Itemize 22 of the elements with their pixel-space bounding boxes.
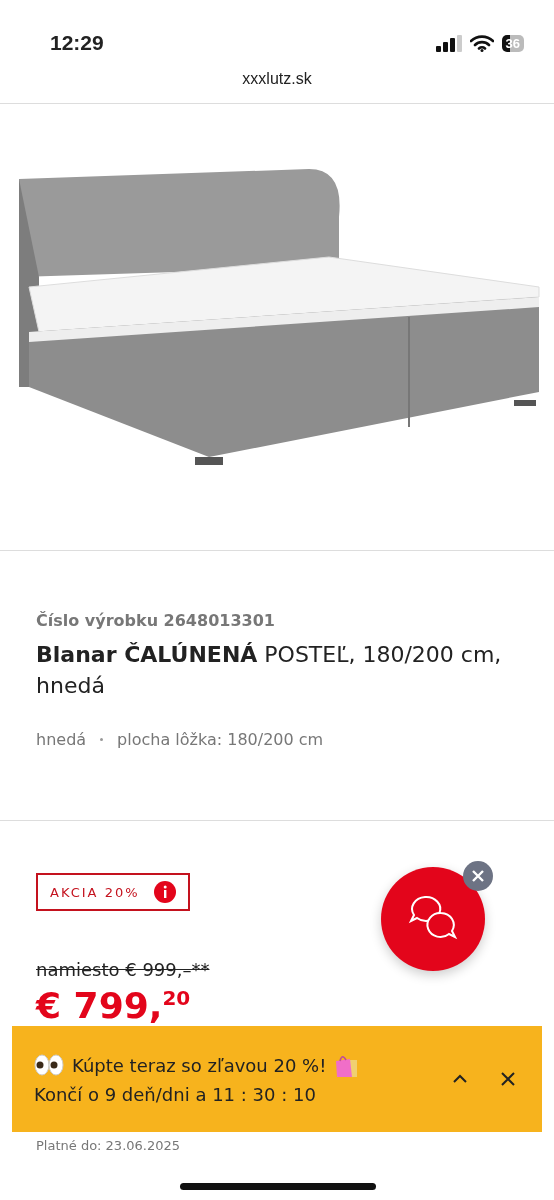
- old-price: namiesto € 999,–**: [36, 959, 211, 980]
- current-price: € 799,$^{20}$: [36, 986, 192, 1026]
- chevron-up-icon: [453, 1074, 467, 1084]
- separator-dot: [100, 737, 104, 741]
- eyes-icon: [34, 1054, 64, 1077]
- discount-label: AKCIA 20%: [50, 884, 140, 900]
- close-icon: [472, 870, 484, 882]
- wifi-icon: [469, 34, 494, 52]
- promo-text: Kúpte teraz so zľavou 20 %!: [72, 1054, 327, 1076]
- countdown-text: Končí o 9 deň/dni a 11 : 30 : 10: [34, 1084, 317, 1106]
- close-icon: [501, 1071, 515, 1086]
- close-chat-button[interactable]: [463, 861, 493, 891]
- product-title: Blanar ČALÚNENÁ POSTEĽ, 180/200 cm, hnedá: [36, 641, 503, 700]
- info-icon[interactable]: [153, 881, 176, 903]
- valid-until: Platné do: 23.06.2025: [36, 1137, 182, 1153]
- product-attribute: hnedá: [36, 729, 87, 749]
- chat-button[interactable]: [381, 867, 485, 971]
- signal-icon: [435, 34, 462, 52]
- status-time: 12:29: [50, 31, 104, 55]
- product-attribute: plocha lôžka: 180/200 cm: [117, 729, 324, 749]
- product-number: Číslo výrobku 2648013301: [36, 611, 276, 630]
- url-text[interactable]: xxxlutz.sk: [242, 70, 312, 88]
